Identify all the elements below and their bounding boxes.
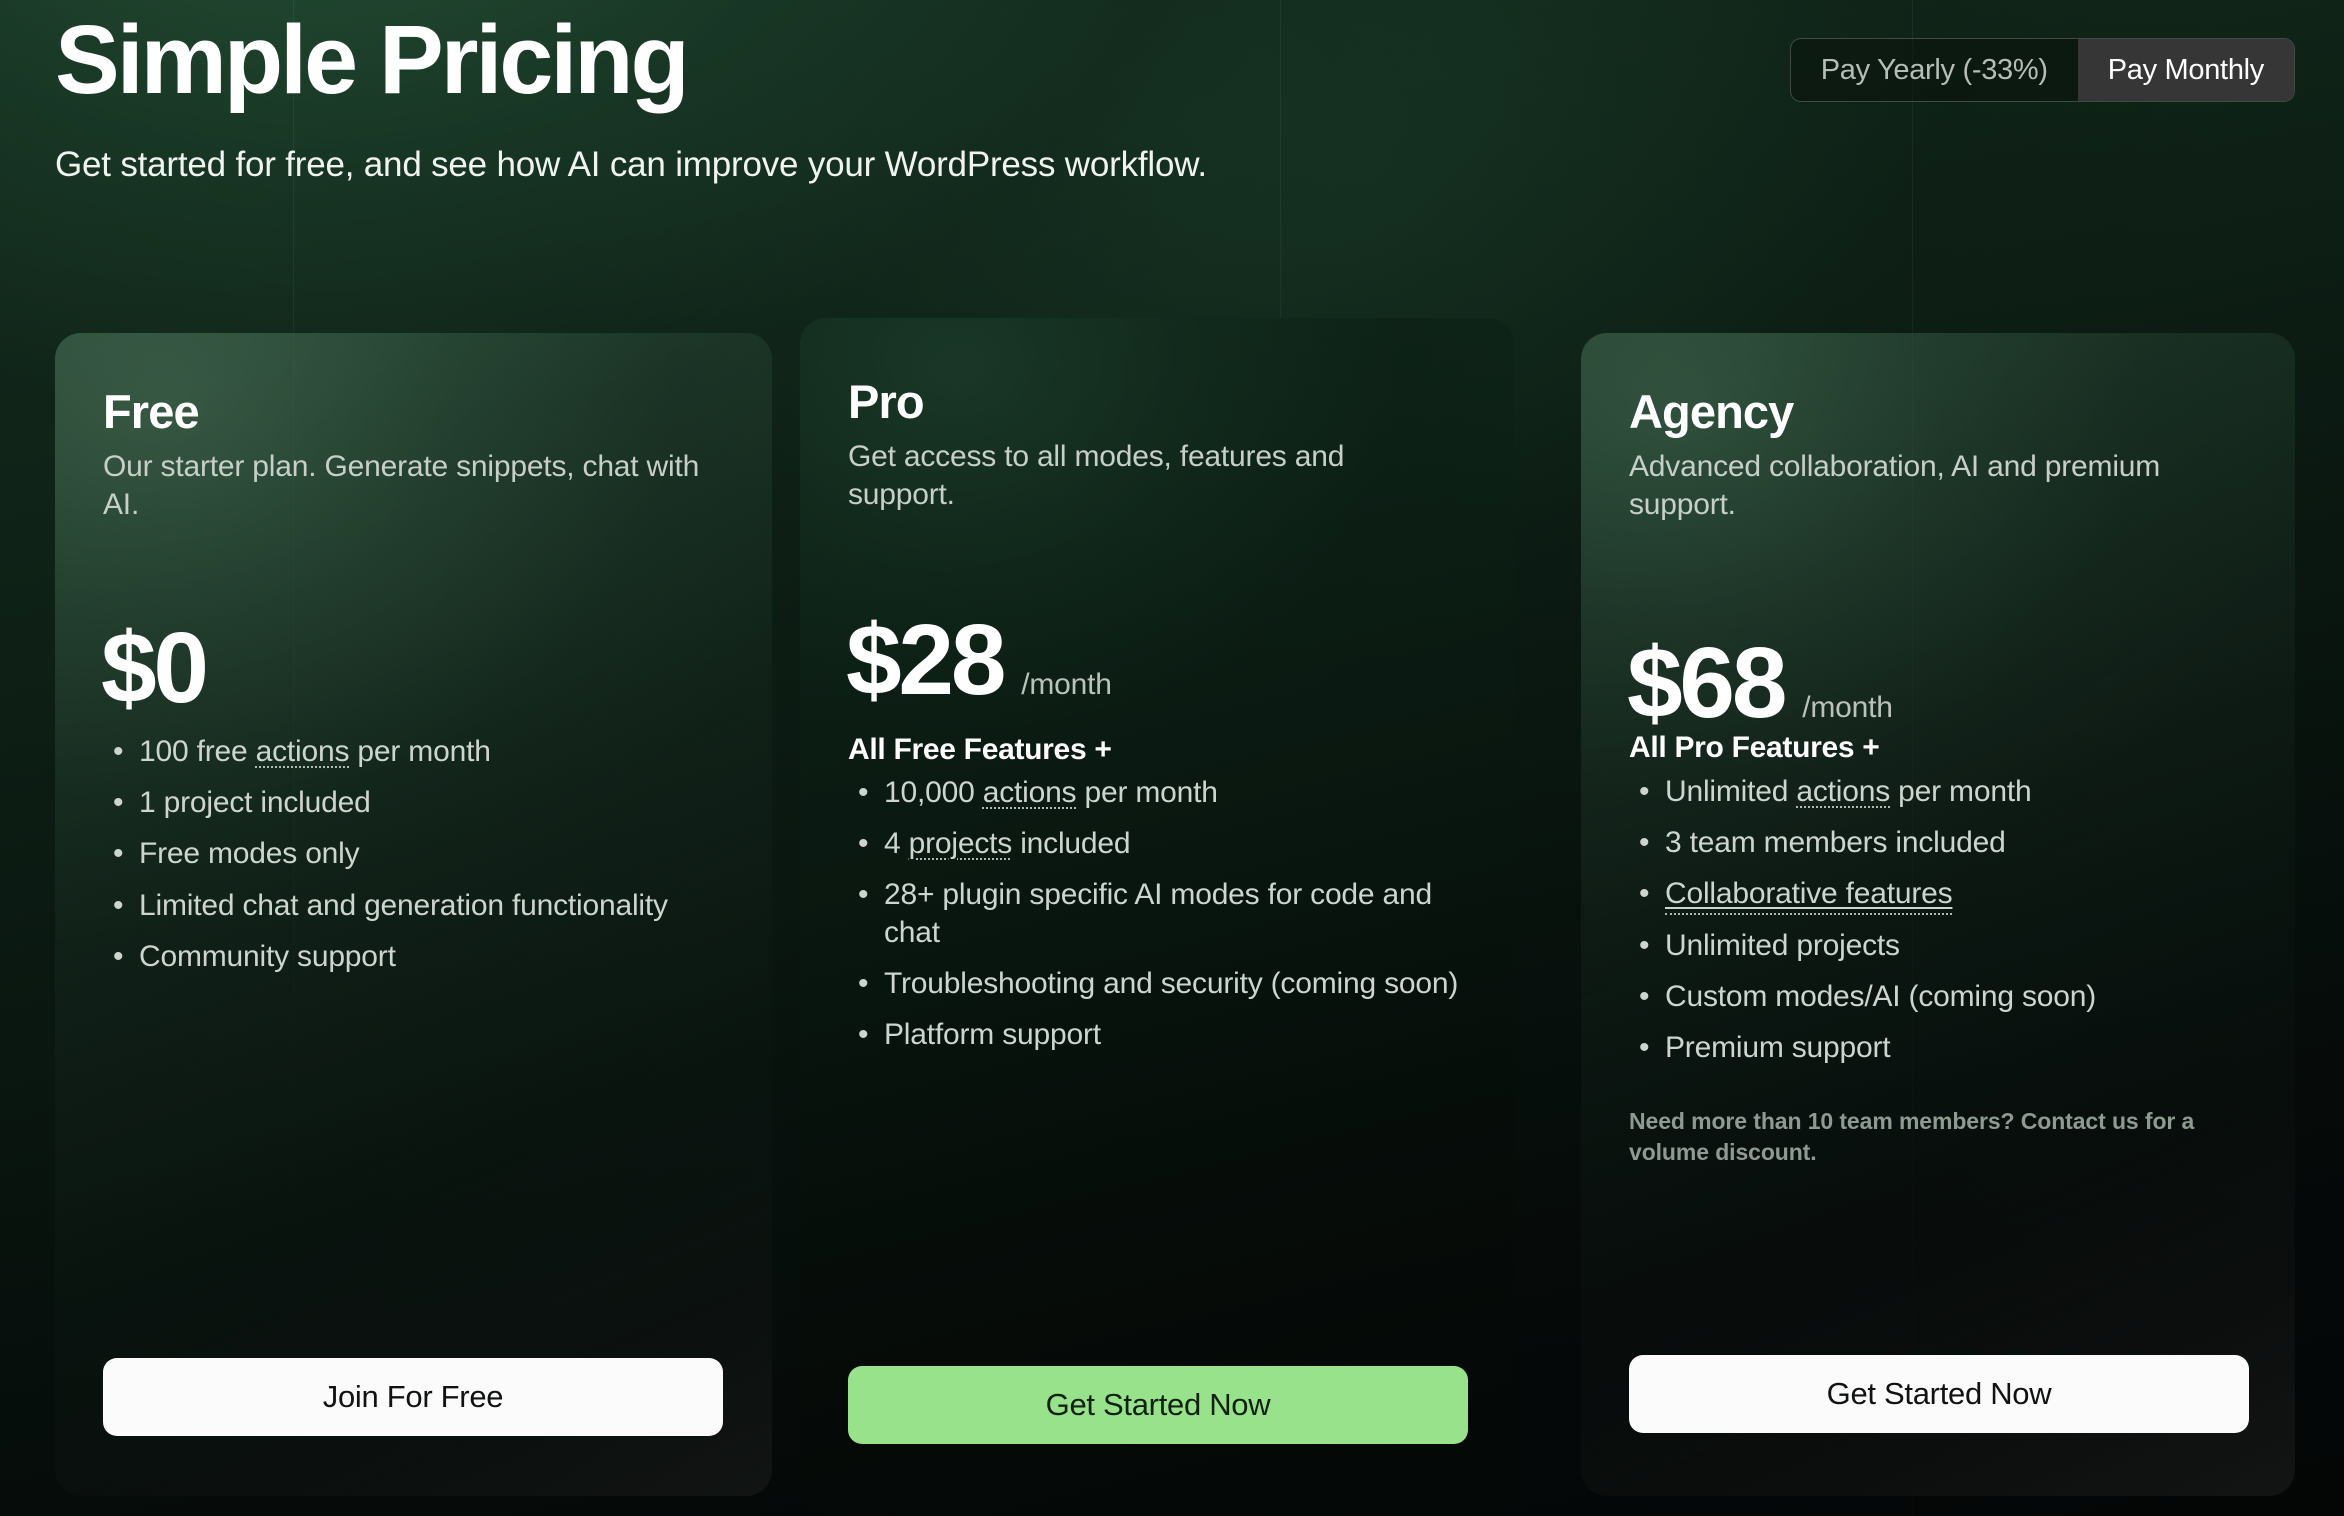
pricing-card-pro: Pro Get access to all modes, features an… bbox=[800, 318, 1514, 1516]
list-item: 3 team members included bbox=[1629, 824, 2259, 861]
feature-text: Community support bbox=[139, 939, 396, 973]
list-item: Unlimited projects bbox=[1629, 927, 2259, 964]
feature-text: 100 free bbox=[139, 735, 256, 768]
features-list-pro: 10,000 actions per month 4 projects incl… bbox=[848, 774, 1468, 1067]
toggle-option-yearly[interactable]: Pay Yearly (-33%) bbox=[1791, 39, 2078, 101]
feature-text: 10,000 bbox=[884, 776, 983, 809]
feature-text: Limited chat and generation functionalit… bbox=[139, 888, 668, 922]
feature-abbr-actions[interactable]: actions bbox=[983, 776, 1077, 809]
list-item: Unlimited actions per month bbox=[1629, 773, 2259, 810]
features-heading-pro: All Free Features + bbox=[848, 733, 1112, 766]
feature-text-suffix: per month bbox=[1890, 775, 2032, 808]
feature-abbr-actions[interactable]: actions bbox=[1796, 775, 1890, 808]
feature-abbr-projects[interactable]: projects bbox=[909, 827, 1013, 860]
page-subtitle: Get started for free, and see how AI can… bbox=[55, 144, 1207, 184]
list-item: Community support bbox=[103, 938, 723, 975]
list-item: Limited chat and generation functionalit… bbox=[103, 887, 723, 924]
price-period-pro: /month bbox=[1021, 668, 1112, 701]
pricing-page: Simple Pricing Get started for free, and… bbox=[0, 0, 2344, 1516]
feature-text: Unlimited bbox=[1665, 775, 1797, 808]
plan-name-free: Free bbox=[103, 385, 200, 438]
plan-description-agency: Advanced collaboration, AI and premium s… bbox=[1629, 450, 2161, 521]
list-item: Premium support bbox=[1629, 1029, 2259, 1066]
feature-link-collaborative-features[interactable]: Collaborative features bbox=[1665, 877, 1953, 916]
features-heading-agency: All Pro Features + bbox=[1629, 731, 1880, 764]
plan-price-pro: $28 /month bbox=[846, 610, 1112, 710]
toggle-option-monthly[interactable]: Pay Monthly bbox=[2077, 39, 2294, 101]
list-item: 100 free actions per month bbox=[103, 733, 723, 770]
list-item: Troubleshooting and security (coming soo… bbox=[848, 965, 1468, 1002]
feature-text: Platform support bbox=[884, 1017, 1101, 1051]
pricing-card-agency: Agency Advanced collaboration, AI and pr… bbox=[1581, 333, 2295, 1496]
feature-text-suffix: included bbox=[1012, 827, 1131, 861]
list-item: Platform support bbox=[848, 1016, 1468, 1053]
plan-description-pro: Get access to all modes, features and su… bbox=[848, 440, 1345, 511]
features-list-free: 100 free actions per month 1 project inc… bbox=[103, 733, 723, 989]
feature-text: Troubleshooting and security (coming soo… bbox=[884, 966, 1459, 1000]
billing-period-toggle[interactable]: Pay Yearly (-33%) Pay Monthly bbox=[1789, 38, 2295, 102]
feature-text: Custom modes/AI (coming soon) bbox=[1665, 979, 2097, 1013]
list-item: 1 project included bbox=[103, 784, 723, 821]
price-amount-free: $0 bbox=[101, 612, 209, 724]
feature-text: 28+ plugin specific AI modes for code an… bbox=[884, 878, 1432, 949]
features-list-agency: Unlimited actions per month 3 team membe… bbox=[1629, 773, 2259, 1080]
list-item: Collaborative features bbox=[1629, 875, 2259, 916]
plan-price-free: $0 bbox=[101, 618, 224, 718]
pricing-card-free: Free Our starter plan. Generate snippets… bbox=[55, 333, 772, 1496]
feature-text: 4 bbox=[884, 827, 909, 861]
feature-text: 1 project included bbox=[139, 786, 371, 820]
price-period-agency: /month bbox=[1802, 691, 1893, 724]
cta-button-free[interactable]: Join For Free bbox=[103, 1358, 723, 1436]
price-amount-pro: $28 bbox=[846, 604, 1006, 716]
plan-name-agency: Agency bbox=[1629, 385, 1794, 438]
cta-button-pro[interactable]: Get Started Now bbox=[848, 1366, 1468, 1444]
price-amount-agency: $68 bbox=[1627, 627, 1787, 739]
plan-name-pro: Pro bbox=[848, 375, 925, 428]
plan-price-agency: $68 /month bbox=[1627, 633, 1893, 733]
feature-text: 3 team members included bbox=[1665, 826, 2006, 860]
list-item: Custom modes/AI (coming soon) bbox=[1629, 978, 2259, 1015]
feature-abbr-actions[interactable]: actions bbox=[256, 735, 350, 768]
feature-text: Free modes only bbox=[139, 837, 360, 871]
list-item: 4 projects included bbox=[848, 825, 1468, 862]
plan-description-free: Our starter plan. Generate snippets, cha… bbox=[103, 450, 700, 521]
feature-text-suffix: per month bbox=[349, 735, 491, 768]
feature-text: Premium support bbox=[1665, 1030, 1891, 1064]
feature-text: Unlimited projects bbox=[1665, 928, 1900, 962]
list-item: Free modes only bbox=[103, 835, 723, 872]
cta-button-agency[interactable]: Get Started Now bbox=[1629, 1355, 2249, 1433]
list-item: 10,000 actions per month bbox=[848, 774, 1468, 811]
volume-discount-note: Need more than 10 team members? Contact … bbox=[1629, 1108, 2195, 1166]
list-item: 28+ plugin specific AI modes for code an… bbox=[848, 876, 1468, 950]
feature-text-suffix: per month bbox=[1076, 776, 1218, 809]
